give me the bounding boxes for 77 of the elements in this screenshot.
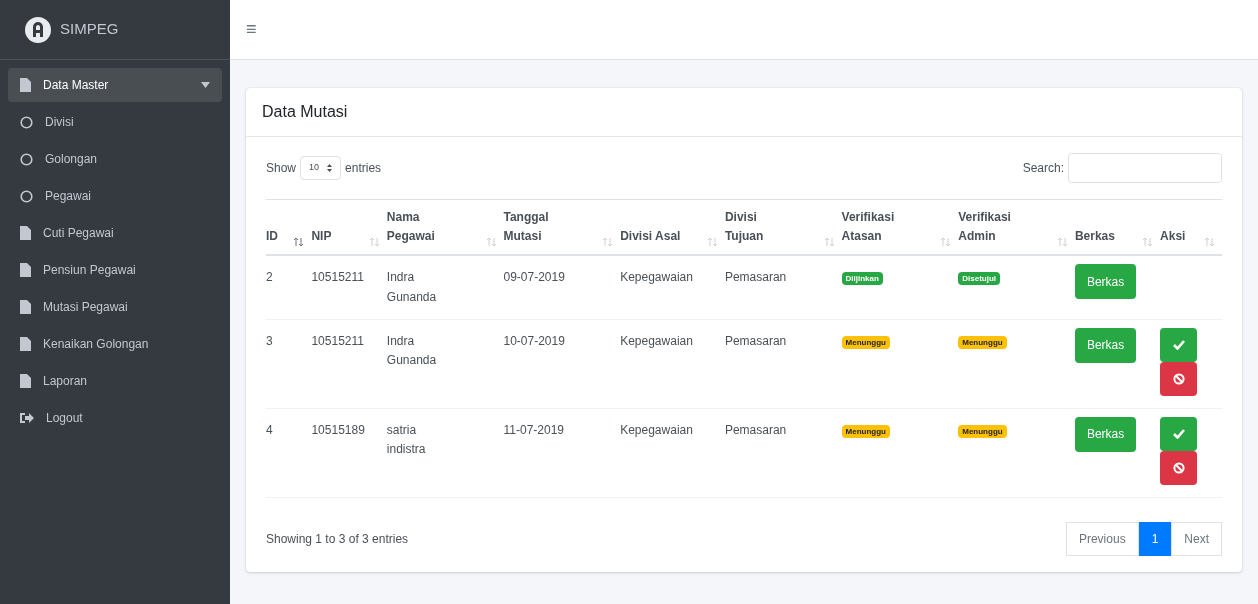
sidebar-item[interactable]: Logout bbox=[8, 401, 222, 435]
menu-button[interactable]: ≡ bbox=[246, 16, 257, 43]
column-header[interactable]: NIP bbox=[311, 227, 332, 247]
column-header[interactable]: Verifikasi Admin bbox=[958, 208, 1029, 247]
sidebar-item[interactable]: Golongan bbox=[8, 142, 222, 176]
circle-icon bbox=[20, 189, 33, 203]
sidebar-item[interactable]: Pegawai bbox=[8, 179, 222, 213]
ban-icon bbox=[1172, 372, 1185, 385]
column-header[interactable]: Tanggal Mutasi bbox=[503, 208, 574, 247]
ban-icon bbox=[1172, 461, 1185, 474]
table-info: Showing 1 to 3 of 3 entries bbox=[266, 530, 409, 548]
check-icon bbox=[1172, 428, 1185, 439]
brand-name: SIMPEG bbox=[60, 19, 119, 40]
status-badge: Menunggu bbox=[841, 335, 890, 349]
table-cell: Pemasaran bbox=[724, 422, 787, 437]
file-icon bbox=[20, 78, 31, 92]
sidebar-item[interactable]: Pensiun Pegawai bbox=[8, 253, 222, 287]
table-cell: Kepegawaian bbox=[620, 333, 693, 348]
entries-select[interactable]: 10 bbox=[300, 156, 342, 180]
status-badge: Menunggu bbox=[841, 424, 890, 438]
reject-button[interactable] bbox=[1160, 450, 1198, 485]
page-link[interactable]: Previous bbox=[1065, 521, 1139, 556]
table-cell: Pemasaran bbox=[724, 270, 787, 285]
logo-icon bbox=[24, 15, 52, 44]
table-cell: Kepegawaian bbox=[620, 422, 693, 437]
table-cell-text: Indra Gunanda bbox=[386, 269, 438, 306]
sidebar-item[interactable]: Laporan bbox=[8, 364, 222, 398]
table-cell: 10515211 bbox=[311, 333, 364, 348]
check-icon bbox=[1172, 339, 1185, 350]
search-label: Search: bbox=[1022, 160, 1064, 177]
table-cell-text: Indra Gunanda bbox=[386, 332, 438, 369]
column-header[interactable]: Divisi Tujuan bbox=[724, 208, 795, 247]
sidebar-item[interactable]: Cuti Pegawai bbox=[8, 216, 222, 250]
entries-label: entries bbox=[345, 160, 382, 177]
file-icon bbox=[20, 337, 31, 351]
show-label: Show bbox=[266, 160, 297, 177]
chevron-icon bbox=[201, 82, 210, 88]
table-cell: 2 bbox=[266, 270, 273, 285]
status-badge: Menunggu bbox=[958, 335, 1007, 349]
file-icon bbox=[20, 300, 31, 314]
status-badge: Menunggu bbox=[958, 424, 1007, 438]
table-cell: 3 bbox=[266, 333, 273, 348]
table-cell: 4 bbox=[266, 422, 273, 437]
circle-icon bbox=[20, 115, 33, 129]
logout-icon bbox=[20, 412, 34, 424]
status-badge: Diijinkan bbox=[841, 272, 883, 286]
reject-button[interactable] bbox=[1160, 361, 1198, 396]
sidebar-item[interactable]: Kenaikan Golongan bbox=[8, 327, 222, 361]
column-header[interactable]: Verifikasi Atasan bbox=[841, 208, 912, 247]
table-cell: 10-07-2019 bbox=[503, 333, 565, 348]
search-field[interactable] bbox=[1068, 153, 1222, 183]
sidebar-item[interactable]: Data Master bbox=[8, 68, 222, 102]
circle-icon bbox=[20, 152, 33, 166]
sidebar-item[interactable]: Mutasi Pegawai bbox=[8, 290, 222, 324]
column-header[interactable]: Berkas bbox=[1074, 227, 1115, 247]
column-header[interactable]: Aksi bbox=[1160, 227, 1186, 247]
column-header[interactable]: Divisi Asal bbox=[620, 227, 681, 247]
sidebar-item[interactable]: Divisi bbox=[8, 105, 222, 139]
approve-button[interactable] bbox=[1160, 416, 1198, 451]
table-cell: 09-07-2019 bbox=[503, 270, 565, 285]
table-cell-text: satria indistra bbox=[386, 421, 427, 458]
column-header[interactable]: Nama Pegawai bbox=[386, 208, 457, 247]
table-cell: 11-07-2019 bbox=[503, 422, 564, 437]
table-cell: Pemasaran bbox=[724, 333, 787, 348]
file-icon bbox=[20, 263, 31, 277]
table-cell: 10515189 bbox=[311, 422, 365, 437]
table-cell: 10515211 bbox=[311, 270, 364, 285]
page-link[interactable]: Next bbox=[1171, 521, 1222, 556]
approve-button[interactable] bbox=[1160, 327, 1198, 362]
caret-icon bbox=[327, 164, 333, 172]
file-icon bbox=[20, 374, 31, 388]
page-link[interactable]: 1 bbox=[1138, 521, 1172, 556]
card-title: Data Mutasi bbox=[262, 102, 349, 122]
table-cell: Kepegawaian bbox=[620, 270, 693, 285]
file-icon bbox=[20, 226, 31, 240]
column-header[interactable]: ID bbox=[266, 227, 278, 247]
status-badge: Disetujui bbox=[958, 272, 1000, 286]
